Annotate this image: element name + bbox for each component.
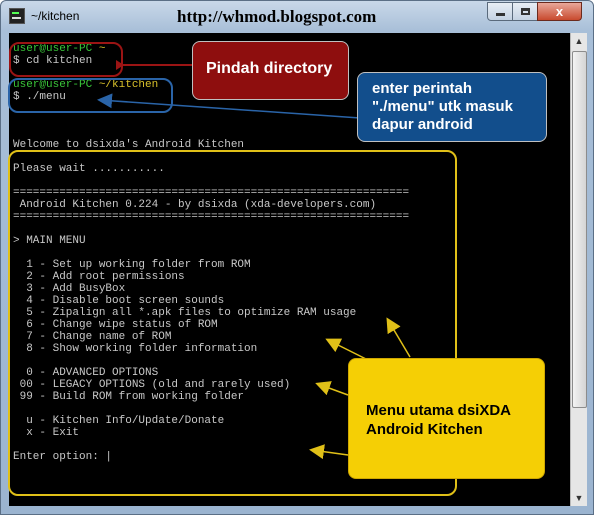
annotation-enter-perintah: enter perintah "./menu" utk masuk dapur … <box>357 72 547 142</box>
annotation-text: Menu utama dsiXDA <box>366 402 512 419</box>
menu-command-highlight <box>8 78 173 113</box>
annotation-pindah-directory: Pindah directory <box>192 41 349 100</box>
maximize-icon <box>520 8 530 15</box>
scroll-down-button[interactable]: ▼ <box>571 490 587 506</box>
annotation-text: Android Kitchen <box>366 421 483 438</box>
close-button[interactable]: x <box>537 2 582 21</box>
annotation-text: dapur android <box>372 116 473 133</box>
scroll-thumb[interactable] <box>572 51 587 408</box>
maximize-button[interactable] <box>512 2 538 21</box>
minimize-icon <box>495 13 505 16</box>
scroll-up-button[interactable]: ▲ <box>571 33 587 49</box>
annotation-text: enter perintah <box>372 80 473 97</box>
close-icon: x <box>555 4 564 19</box>
window-title: ~/kitchen <box>31 9 80 23</box>
cd-command-highlight <box>9 42 123 77</box>
arrow-up-icon: ▲ <box>574 36 584 46</box>
terminal-icon <box>9 8 25 24</box>
annotation-menu-utama: Menu utama dsiXDA Android Kitchen <box>348 358 545 479</box>
vertical-scrollbar[interactable]: ▲ ▼ <box>570 33 587 506</box>
arrow-down-icon: ▼ <box>574 493 584 503</box>
annotation-text: "./menu" utk masuk <box>372 98 513 115</box>
annotation-text: Pindah directory <box>206 60 333 77</box>
title-bar[interactable]: ~/kitchen http://whmod.blogspot.com x <box>1 1 593 33</box>
blog-url-watermark: http://whmod.blogspot.com <box>177 7 377 26</box>
minimize-button[interactable] <box>487 2 513 21</box>
